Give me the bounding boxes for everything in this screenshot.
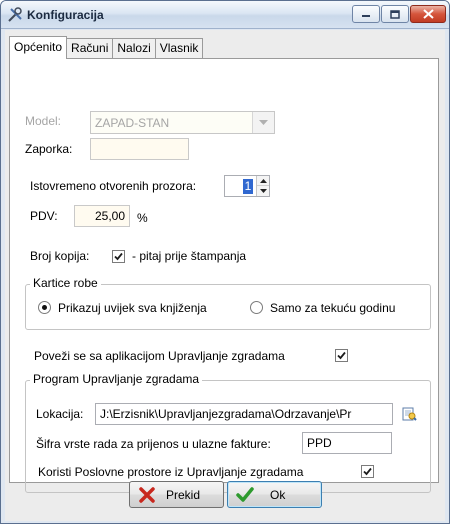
dropdown-arrow xyxy=(252,112,274,133)
model-label: Model: xyxy=(25,114,62,128)
model-value: ZAPAD-STAN xyxy=(95,116,170,130)
windows-value: 1 xyxy=(243,179,253,194)
work-code-field[interactable] xyxy=(302,432,392,454)
tab-label: Vlasnik xyxy=(159,41,199,55)
tab-label: Nalozi xyxy=(117,41,151,55)
checkmark-icon xyxy=(363,467,372,476)
checkmark-icon xyxy=(337,351,346,360)
window-title: Konfiguracija xyxy=(27,8,104,22)
cancel-label: Prekid xyxy=(166,487,201,502)
vat-label: PDV: xyxy=(30,209,58,223)
title-bar[interactable]: Konfiguracija xyxy=(1,1,449,29)
cancel-button[interactable]: Prekid xyxy=(129,481,224,508)
maximize-icon xyxy=(390,9,400,19)
maximize-button[interactable] xyxy=(381,5,409,23)
radio-dot xyxy=(42,305,47,310)
vat-field[interactable] xyxy=(74,205,130,227)
connect-label: Poveži se sa aplikacijom Upravljanje zgr… xyxy=(34,349,285,363)
ok-button[interactable]: Ok xyxy=(227,481,322,508)
spin-down-button[interactable] xyxy=(257,186,269,196)
checkmark-icon xyxy=(114,252,123,261)
radio-all-postings[interactable] xyxy=(38,301,51,314)
radio-all-postings-label: Prikazuj uvijek sva knjiženja xyxy=(58,301,207,315)
chevron-down-icon xyxy=(259,120,268,125)
copies-label: Broj kopija: xyxy=(30,249,90,263)
vat-unit: % xyxy=(137,211,148,225)
program-group-title: Program Upravljanje zgradama xyxy=(30,372,203,386)
password-label: Zaporka: xyxy=(25,142,73,156)
red-x-icon xyxy=(139,486,155,503)
tab-label: Računi xyxy=(71,41,109,55)
radio-current-year[interactable] xyxy=(250,301,263,314)
arrow-down-icon xyxy=(259,189,267,193)
spin-buttons xyxy=(256,176,269,196)
close-button[interactable] xyxy=(410,5,446,23)
use-premises-checkbox[interactable] xyxy=(361,465,374,478)
copies-check-label: - pitaj prije štampanja xyxy=(132,249,247,263)
copies-checkbox[interactable] xyxy=(112,250,125,263)
tab-panel-opcenito: Model: ZAPAD-STAN Zaporka: Istovremeno o… xyxy=(9,58,439,493)
tab-vlasnik[interactable]: Vlasnik xyxy=(154,38,204,59)
minimize-icon xyxy=(362,15,370,17)
tab-racuni[interactable]: Računi xyxy=(66,38,114,59)
ok-label: Ok xyxy=(270,487,286,502)
radio-current-year-label: Samo za tekuću godinu xyxy=(270,301,396,315)
arrow-up-icon xyxy=(259,178,267,183)
dialog-client: Općenito Računi Nalozi Vlasnik Model: ZA… xyxy=(5,30,445,521)
use-premises-label: Koristi Poslovne prostore iz Upravljanje… xyxy=(38,465,304,479)
item-cards-title: Kartice robe xyxy=(30,276,101,290)
browse-folder-icon xyxy=(402,407,417,421)
tab-opcenito[interactable]: Općenito xyxy=(9,36,68,59)
model-select: ZAPAD-STAN xyxy=(90,111,275,134)
config-window: Konfiguracija Općenito Računi Nalozi Vla… xyxy=(0,0,450,524)
windows-spinner[interactable]: 1 xyxy=(224,175,270,197)
close-icon xyxy=(422,9,434,19)
browse-button[interactable] xyxy=(400,405,418,423)
cancel-icon xyxy=(136,486,158,504)
windows-label: Istovremeno otvorenih prozora: xyxy=(30,179,197,193)
tab-label: Općenito xyxy=(14,40,63,54)
location-label: Lokacija: xyxy=(36,407,84,421)
green-check-icon xyxy=(236,486,254,502)
minimize-button[interactable] xyxy=(352,5,380,23)
location-field[interactable] xyxy=(95,403,393,425)
tab-nalozi[interactable]: Nalozi xyxy=(112,38,156,59)
spin-up-button[interactable] xyxy=(257,176,269,186)
app-tools-icon xyxy=(8,7,22,22)
ok-icon xyxy=(234,486,256,504)
password-field[interactable] xyxy=(90,138,189,160)
tab-strip: Općenito Računi Nalozi Vlasnik xyxy=(9,36,204,59)
connect-checkbox[interactable] xyxy=(335,349,348,362)
work-code-label: Šifra vrste rada za prijenos u ulazne fa… xyxy=(36,437,271,451)
